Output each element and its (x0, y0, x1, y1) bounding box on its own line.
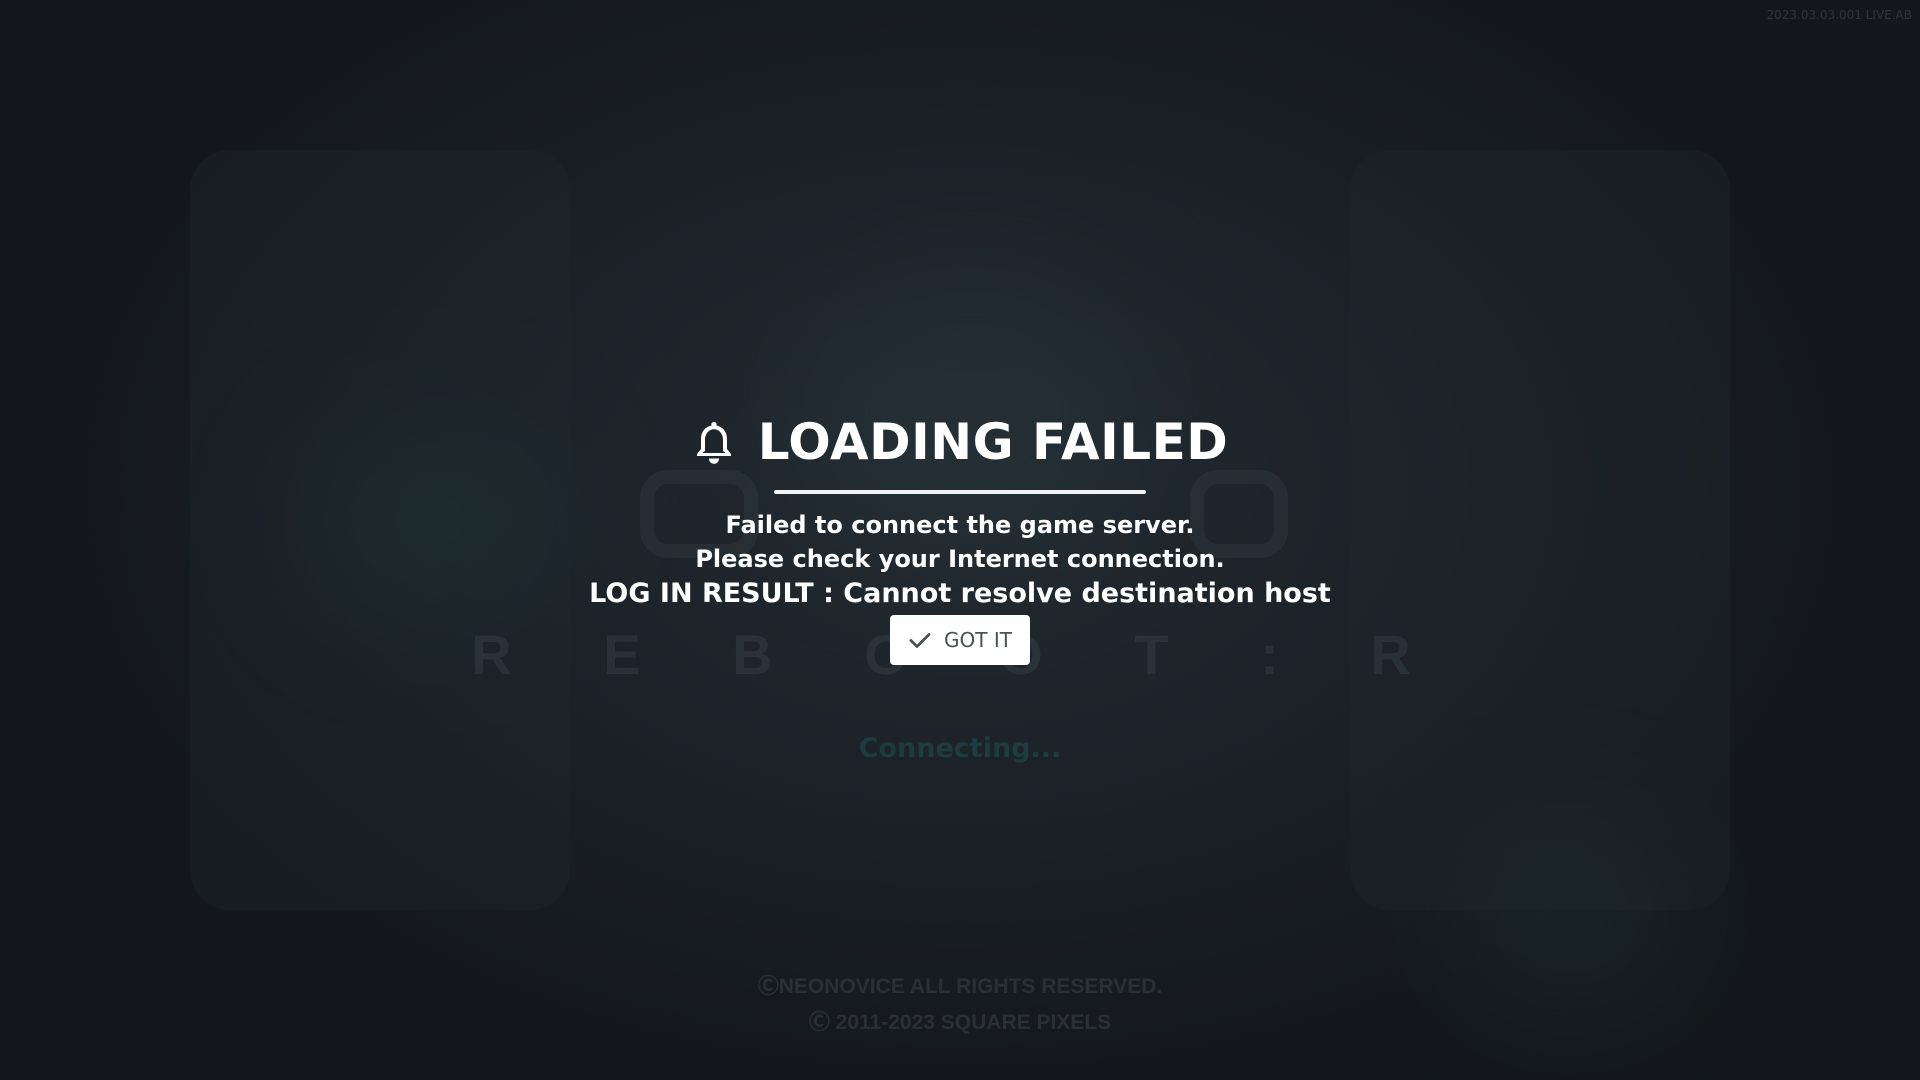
got-it-label: GOT IT (944, 628, 1012, 652)
dialog-title: LOADING FAILED (757, 413, 1229, 471)
game-screen: R E B O O T : R 2023.03.03.001 LIVE.AB C… (0, 0, 1920, 1080)
copyright-text: ⒸNEONOVICE ALL RIGHTS RESERVED. (757, 975, 1163, 998)
title-divider (774, 490, 1146, 494)
error-message: Failed to connect the game server. (725, 511, 1195, 539)
build-version: 2023.03.03.001 LIVE.AB (1766, 8, 1912, 22)
dialog-header: LOADING FAILED (692, 408, 1229, 476)
loading-failed-dialog: LOADING FAILED Failed to connect the gam… (0, 408, 1920, 665)
copyright-text: Ⓒ 2011-2023 SQUARE PIXELS (808, 1011, 1112, 1034)
got-it-button[interactable]: GOT IT (890, 615, 1030, 665)
connecting-status: Connecting... (858, 733, 1062, 764)
error-message: Please check your Internet connection. (695, 545, 1225, 573)
check-icon (908, 628, 932, 652)
bell-icon (692, 418, 736, 466)
login-result-text: LOG IN RESULT : Cannot resolve destinati… (589, 578, 1331, 609)
